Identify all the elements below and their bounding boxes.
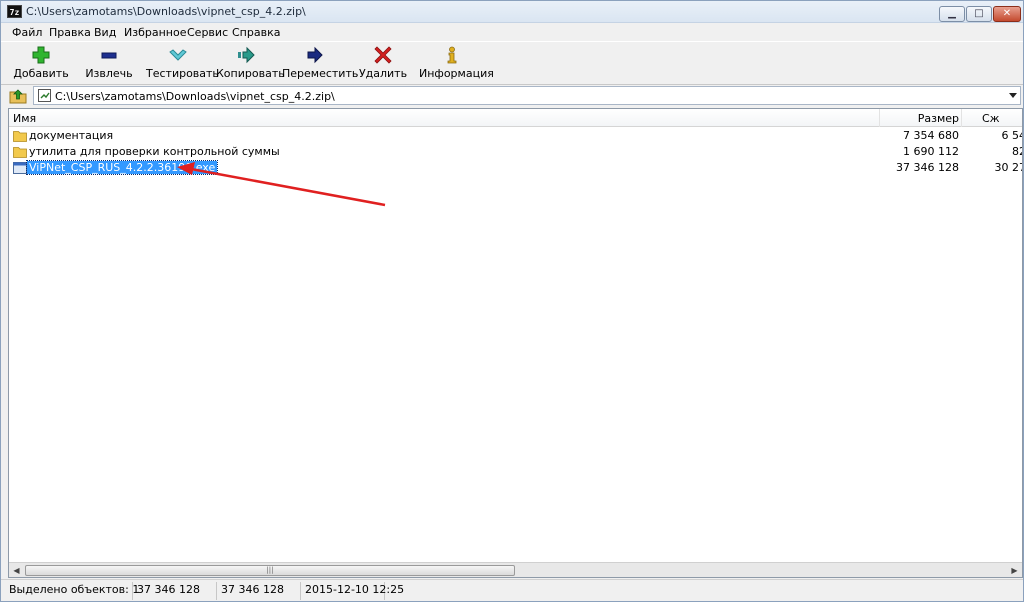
toolbar: Добавить Извлечь Тестировать Копировать — [1, 41, 1023, 85]
folder-icon — [13, 147, 27, 158]
menu-help[interactable]: Справка — [232, 26, 280, 39]
add-label: Добавить — [13, 67, 69, 80]
status-selected: Выделено объектов: 1 — [5, 582, 139, 600]
test-label: Тестировать — [146, 67, 219, 80]
column-size[interactable]: Размер — [879, 109, 961, 127]
horizontal-scrollbar[interactable]: ◀ ||| ▶ — [9, 562, 1022, 577]
file-list: Имя Размер Сж документация 7 354 680 6 5… — [8, 108, 1023, 578]
archive-icon — [38, 89, 51, 102]
exe-file-icon — [13, 162, 27, 174]
path-input[interactable]: C:\Users\zamotams\Downloads\vipnet_csp_4… — [33, 86, 1021, 105]
copy-button[interactable]: Копировать — [216, 44, 285, 84]
file-size: 37 346 128 — [896, 161, 959, 174]
list-item[interactable]: ViPNet_CSP_RUS_4.2.2.36190.exe 37 346 12… — [9, 160, 1023, 176]
menu-bar: Файл Правка Вид Избранное Сервис Справка — [1, 23, 1023, 41]
checkmark-icon — [169, 49, 187, 61]
info-button[interactable]: Информация — [419, 44, 494, 84]
column-packed[interactable]: Сж — [961, 109, 1022, 127]
scroll-thumb[interactable]: ||| — [25, 565, 515, 576]
title-bar: 7z C:\Users\zamotams\Downloads\vipnet_cs… — [1, 1, 1023, 23]
menu-file[interactable]: Файл — [12, 26, 42, 39]
extract-button[interactable]: Извлечь — [83, 44, 135, 84]
window-title: C:\Users\zamotams\Downloads\vipnet_csp_4… — [26, 5, 306, 18]
file-packed: 6 54 — [1001, 129, 1023, 142]
folder-icon — [13, 131, 27, 142]
status-packed: 37 346 128 — [217, 582, 301, 600]
address-bar: C:\Users\zamotams\Downloads\vipnet_csp_4… — [1, 85, 1023, 106]
file-size: 1 690 112 — [903, 145, 959, 158]
menu-tools[interactable]: Сервис — [187, 26, 228, 39]
move-label: Переместить — [282, 67, 359, 80]
annotation-arrow — [177, 162, 386, 207]
folder-up-icon[interactable] — [9, 87, 27, 104]
archive-window: 7z C:\Users\zamotams\Downloads\vipnet_cs… — [0, 0, 1024, 602]
status-bar: Выделено объектов: 1 37 346 128 37 346 1… — [1, 579, 1023, 601]
list-item[interactable]: документация 7 354 680 6 54 — [9, 128, 1023, 144]
status-modified: 2015-12-10 12:25 — [301, 582, 404, 600]
file-packed: 30 27 — [994, 161, 1023, 174]
close-button[interactable]: ✕ — [993, 6, 1021, 22]
test-button[interactable]: Тестировать — [146, 44, 219, 84]
add-button[interactable]: Добавить — [13, 44, 69, 84]
move-arrow-icon — [307, 46, 323, 64]
delete-label: Удалить — [358, 67, 408, 80]
chevron-down-icon[interactable] — [1009, 93, 1017, 98]
app-logo-icon: 7z — [7, 5, 22, 18]
column-name[interactable]: Имя — [13, 112, 36, 125]
column-packed-label: Сж — [982, 112, 1000, 125]
status-size: 37 346 128 — [133, 582, 217, 600]
info-label: Информация — [419, 67, 494, 80]
menu-favorites[interactable]: Избранное — [124, 26, 186, 39]
scroll-right-icon[interactable]: ▶ — [1007, 564, 1022, 577]
move-button[interactable]: Переместить — [282, 44, 359, 84]
scroll-left-icon[interactable]: ◀ — [9, 564, 24, 577]
copy-arrow-icon — [238, 46, 255, 64]
menu-view[interactable]: Вид — [94, 26, 116, 39]
file-packed: 82 — [1012, 145, 1022, 158]
delete-x-icon — [374, 46, 392, 64]
delete-button[interactable]: Удалить — [357, 44, 409, 84]
list-item[interactable]: утилита для проверки контрольной суммы 1… — [9, 144, 1022, 160]
menu-edit[interactable]: Правка — [49, 26, 91, 39]
minus-icon — [101, 52, 117, 59]
extract-label: Извлечь — [85, 67, 133, 80]
plus-icon — [32, 46, 50, 64]
file-name: документация — [29, 129, 114, 142]
info-icon — [447, 46, 457, 64]
column-header: Имя Размер Сж — [9, 109, 1022, 127]
file-name: утилита для проверки контрольной суммы — [29, 145, 280, 158]
path-text: C:\Users\zamotams\Downloads\vipnet_csp_4… — [55, 90, 335, 103]
minimize-button[interactable]: ▁ — [939, 6, 965, 22]
file-size: 7 354 680 — [903, 129, 959, 142]
column-size-label: Размер — [917, 112, 959, 125]
maximize-button[interactable]: □ — [966, 6, 992, 22]
copy-label: Копировать — [216, 67, 285, 80]
file-name: ViPNet_CSP_RUS_4.2.2.36190.exe — [25, 160, 219, 175]
